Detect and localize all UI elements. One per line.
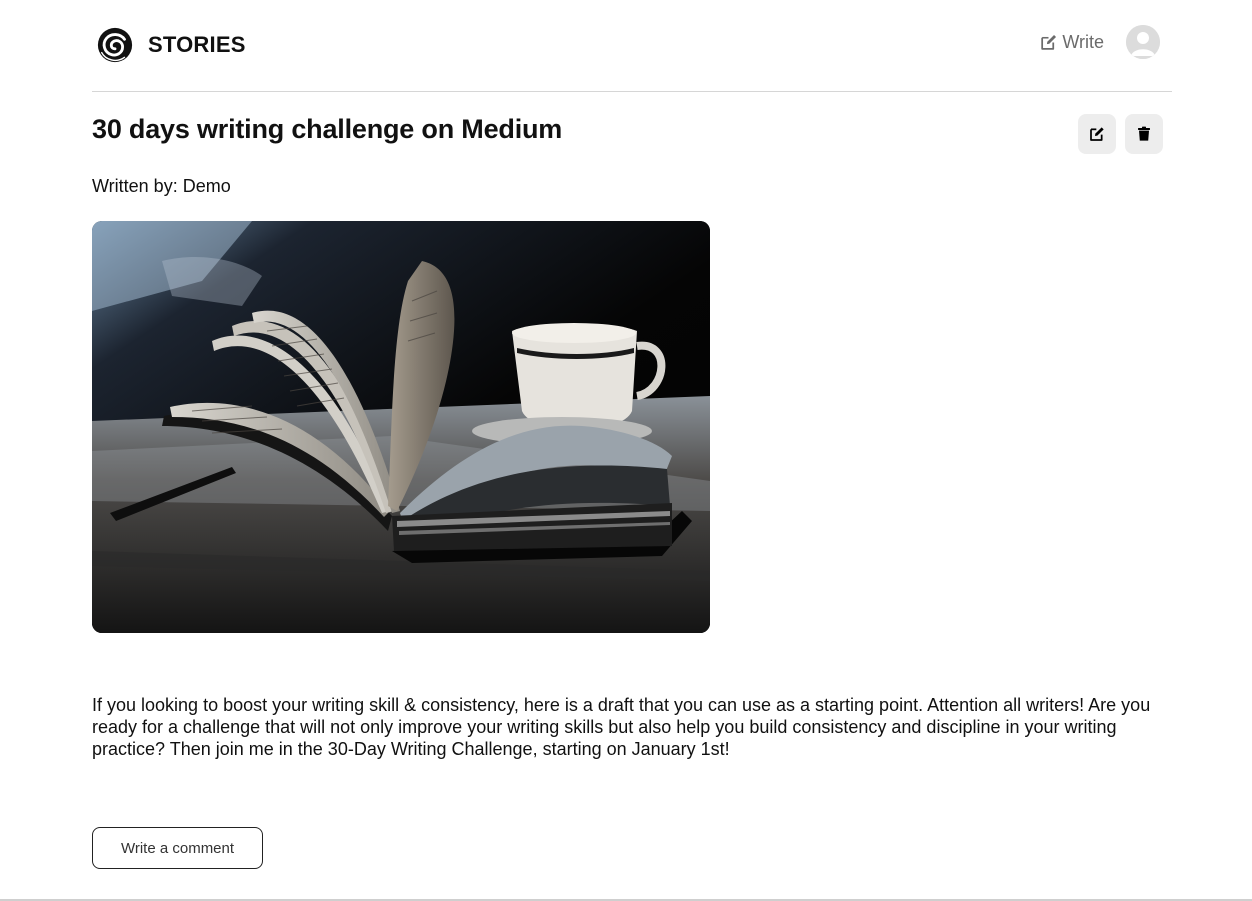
open-notebook-with-coffee-cup-photo <box>92 221 710 633</box>
author-line: Written by: Demo <box>92 176 231 196</box>
avatar[interactable] <box>1126 25 1160 59</box>
edit-post-button[interactable] <box>1078 114 1116 154</box>
cover-image <box>92 221 710 633</box>
edit-icon <box>1090 127 1104 141</box>
write-comment-button[interactable]: Write a comment <box>92 827 263 869</box>
post-title: 30 days writing challenge on Medium <box>92 114 563 144</box>
pencil-square-icon <box>1041 34 1057 50</box>
brand-title: STORIES <box>148 32 246 57</box>
brand[interactable]: STORIES <box>96 26 246 64</box>
post-body: If you looking to boost your writing ski… <box>92 695 1151 759</box>
write-label: Write <box>1062 32 1104 52</box>
delete-post-button[interactable] <box>1125 114 1163 154</box>
top-navbar: STORIES Write <box>92 0 1172 92</box>
swirl-logo-icon <box>97 27 133 63</box>
user-avatar-icon <box>1126 25 1160 59</box>
trash-icon <box>1138 126 1150 141</box>
write-link[interactable]: Write <box>1039 32 1104 53</box>
